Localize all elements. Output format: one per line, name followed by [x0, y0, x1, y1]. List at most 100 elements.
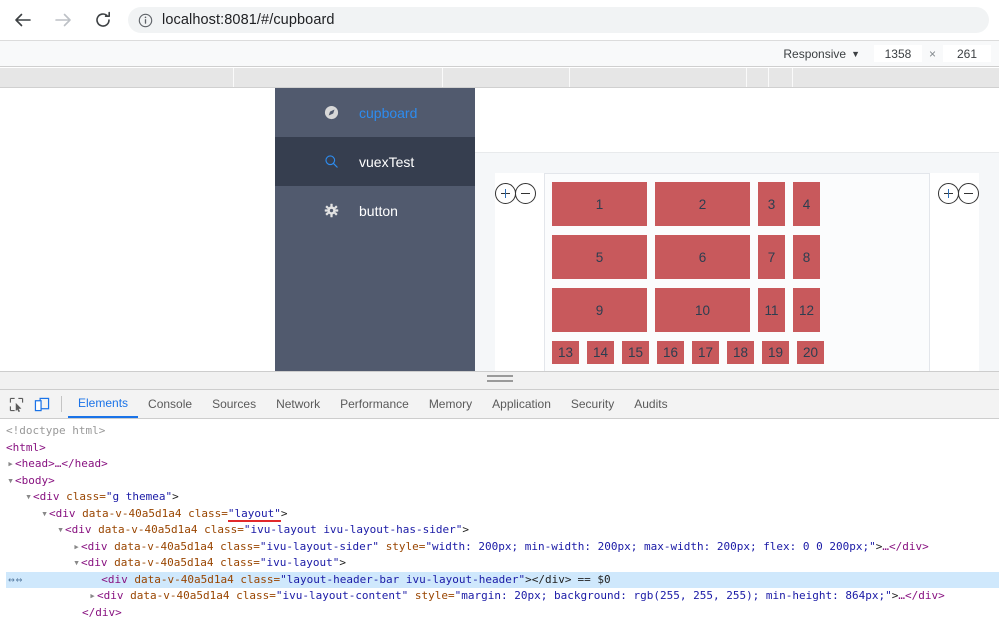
- inspect-element-button[interactable]: [3, 390, 29, 418]
- attr-style: style=: [386, 540, 426, 553]
- collapse-triangle-icon[interactable]: ▾: [72, 555, 81, 572]
- grid-cell[interactable]: 12: [793, 288, 820, 332]
- left-minus-button[interactable]: [515, 183, 536, 204]
- tab-security[interactable]: Security: [561, 390, 624, 418]
- body-tag: <body>: [15, 474, 55, 487]
- tab-elements[interactable]: Elements: [68, 390, 138, 418]
- grid-cell[interactable]: 14: [587, 341, 614, 364]
- devtools-resizer[interactable]: [0, 372, 999, 390]
- collapse-triangle-icon[interactable]: ▾: [56, 522, 65, 539]
- tab-label: Console: [148, 397, 192, 411]
- reload-button[interactable]: [86, 3, 120, 37]
- forward-button[interactable]: [46, 3, 80, 37]
- dom-node-ivu-layout-has-sider[interactable]: ▾<div data-v-40a5d1a4 class="ivu-layout …: [6, 522, 999, 539]
- head-tag: <head>…</head>: [15, 457, 108, 470]
- grid-cell[interactable]: 4: [793, 182, 820, 226]
- page-viewport: cupboard vuexTest: [0, 88, 999, 371]
- grid-cell[interactable]: 6: [655, 235, 750, 279]
- grid-cell[interactable]: 3: [758, 182, 785, 226]
- collapse-triangle-icon[interactable]: ▾: [40, 506, 49, 523]
- grid-cell-label: 11: [764, 303, 778, 318]
- tab-label: Elements: [78, 396, 128, 410]
- inspect-element-icon: [9, 397, 24, 412]
- dom-tree: <!doctype html> <html> ▸<head>…</head> ▾…: [0, 419, 999, 621]
- device-emulation-toolbar: Responsive ▼ 1358 × 261: [0, 41, 999, 67]
- viewport-ruler[interactable]: [0, 68, 999, 88]
- reload-icon: [93, 10, 113, 30]
- grid-cell-label: 7: [768, 250, 776, 265]
- dom-node-close-div[interactable]: </div>: [6, 605, 999, 621]
- attr-class: class=: [66, 490, 106, 503]
- grid-cell[interactable]: 8: [793, 235, 820, 279]
- right-minus-button[interactable]: [958, 183, 979, 204]
- grid-cell-label: 20: [803, 345, 818, 360]
- expand-triangle-icon[interactable]: ▸: [6, 456, 15, 473]
- dom-node-g-themea[interactable]: ▾<div class="g themea">: [6, 489, 999, 506]
- sidebar-item-cupboard[interactable]: cupboard: [275, 88, 475, 137]
- grid-cell[interactable]: 11: [758, 288, 785, 332]
- grid-cell[interactable]: 17: [692, 341, 719, 364]
- attr-class-value: "g themea": [106, 490, 172, 503]
- tab-sources[interactable]: Sources: [202, 390, 266, 418]
- grid-cell[interactable]: 2: [655, 182, 750, 226]
- dom-node-body[interactable]: ▾<body>: [6, 473, 999, 490]
- viewport-width-input[interactable]: 1358: [874, 45, 922, 62]
- collapse-triangle-icon[interactable]: ▾: [6, 473, 15, 490]
- expand-triangle-icon[interactable]: ▸: [72, 539, 81, 556]
- dom-node-head[interactable]: ▸<head>…</head>: [6, 456, 999, 473]
- dom-node-doctype[interactable]: <!doctype html>: [6, 423, 999, 440]
- device-preset-dropdown[interactable]: Responsive ▼: [783, 47, 860, 61]
- expand-triangle-icon[interactable]: ▸: [88, 588, 97, 605]
- grid-cell[interactable]: 1: [552, 182, 647, 226]
- grid-cell[interactable]: 13: [552, 341, 579, 364]
- grid-cell[interactable]: 10: [655, 288, 750, 332]
- dom-node-layout-header-bar[interactable]: ↔↔<div data-v-40a5d1a4 class="layout-hea…: [6, 572, 999, 589]
- div-tag: <div: [33, 490, 60, 503]
- div-tag: <div: [49, 507, 76, 520]
- back-button[interactable]: [6, 3, 40, 37]
- page-info-icon[interactable]: [138, 13, 153, 28]
- attr-class: class=: [204, 523, 244, 536]
- grid-row: 13 14 15 16 17 18 19 20: [552, 341, 922, 364]
- tab-audits[interactable]: Audits: [624, 390, 677, 418]
- tab-console[interactable]: Console: [138, 390, 202, 418]
- attr-class: class=: [236, 589, 276, 602]
- url-text: localhost:8081/#/cupboard: [162, 12, 335, 28]
- grid-cell[interactable]: 16: [657, 341, 684, 364]
- grid-cell-label: 6: [699, 250, 707, 265]
- dom-node-ivu-layout-content[interactable]: ▸<div data-v-40a5d1a4 class="ivu-layout-…: [6, 588, 999, 605]
- grid-cell[interactable]: 5: [552, 235, 647, 279]
- left-plus-button[interactable]: [495, 183, 516, 204]
- grid-cell[interactable]: 7: [758, 235, 785, 279]
- tab-network[interactable]: Network: [266, 390, 330, 418]
- plus-icon-vertical: [948, 189, 949, 198]
- right-plus-button[interactable]: [938, 183, 959, 204]
- collapse-triangle-icon[interactable]: ▾: [24, 489, 33, 506]
- grid-cell[interactable]: 18: [727, 341, 754, 364]
- dom-node-layout[interactable]: ▾<div data-v-40a5d1a4 class="layout">: [6, 506, 999, 523]
- tab-application[interactable]: Application: [482, 390, 561, 418]
- grid-cell[interactable]: 20: [797, 341, 824, 364]
- toolbar-divider: [61, 396, 62, 412]
- grid-cell-label: 18: [733, 345, 748, 360]
- sidebar-item-label: vuexTest: [359, 154, 414, 170]
- dom-node-ivu-layout-sider[interactable]: ▸<div data-v-40a5d1a4 class="ivu-layout-…: [6, 539, 999, 556]
- tab-memory[interactable]: Memory: [419, 390, 482, 418]
- sidebar-item-button[interactable]: button: [275, 186, 475, 235]
- viewport-height-input[interactable]: 261: [943, 45, 991, 62]
- dom-node-ivu-layout[interactable]: ▾<div data-v-40a5d1a4 class="ivu-layout"…: [6, 555, 999, 572]
- grid-cell[interactable]: 19: [762, 341, 789, 364]
- toggle-device-toolbar-button[interactable]: [29, 390, 55, 418]
- dom-node-html[interactable]: <html>: [6, 440, 999, 457]
- grid-cell[interactable]: 9: [552, 288, 647, 332]
- attr-class: class=: [220, 556, 260, 569]
- app-main-column: 1234567891011121314151617181920: [475, 88, 999, 371]
- layout-content-wrap: 1234567891011121314151617181920: [475, 153, 999, 371]
- drag-handle-icon[interactable]: [487, 375, 513, 385]
- sidebar-item-vuextest[interactable]: vuexTest: [275, 137, 475, 186]
- grid-cell[interactable]: 15: [622, 341, 649, 364]
- handle-bar: [487, 375, 513, 377]
- handle-bar: [487, 380, 513, 382]
- tab-performance[interactable]: Performance: [330, 390, 419, 418]
- address-bar[interactable]: localhost:8081/#/cupboard: [128, 7, 989, 33]
